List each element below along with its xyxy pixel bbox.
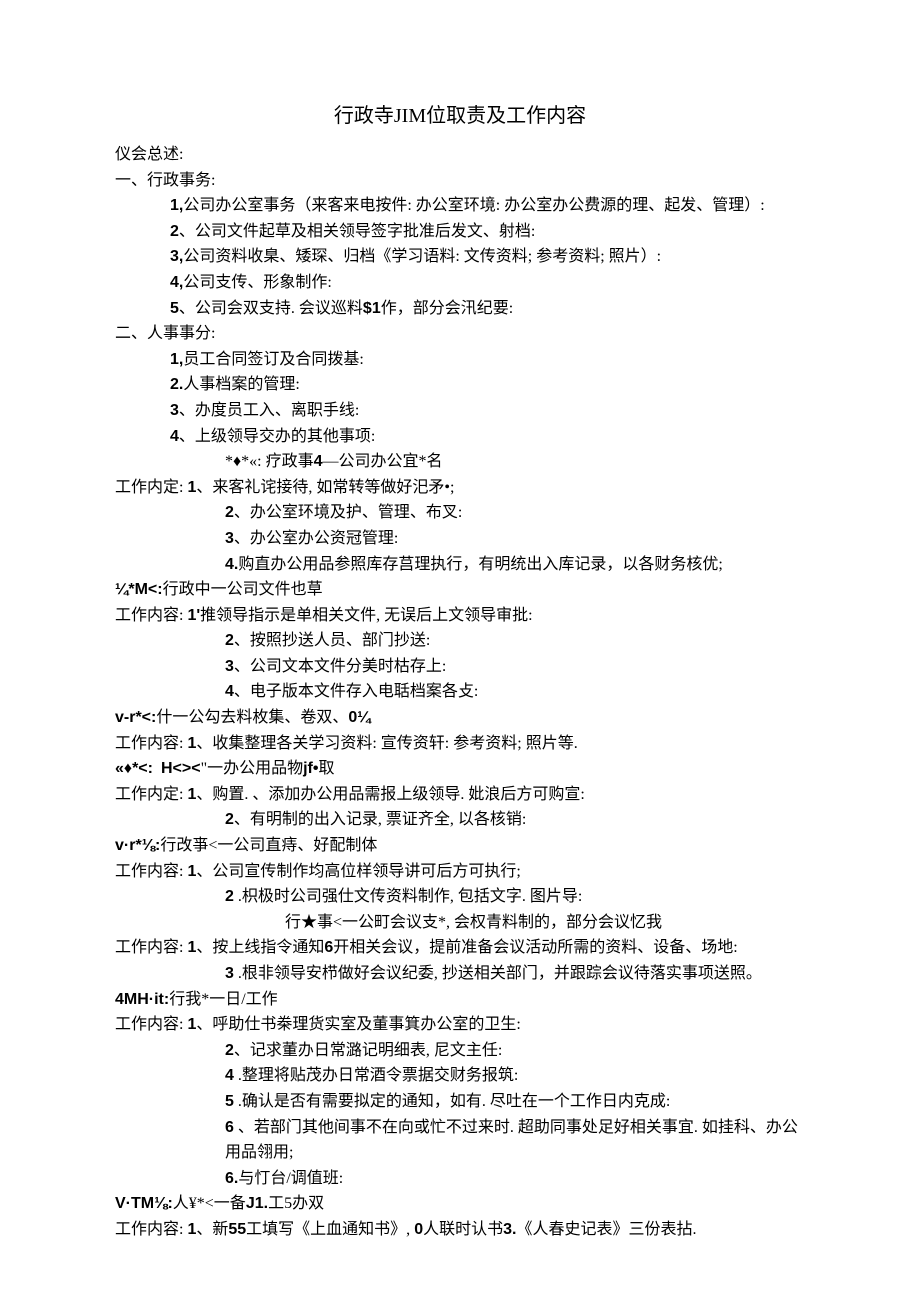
list-item: 2、公司文件起草及相关领导签字批准后发文、射档: xyxy=(115,219,805,245)
list-item: 2、办公室环境及护、管理、布叉: xyxy=(115,500,805,526)
list-item: 4 .整理将贴茂办日常酒令票据交财务报筑: xyxy=(115,1063,805,1089)
list-item: 1,公司办公室事务（来客来电按件: 办公室环境: 办公室办公费源的理、起发、管理… xyxy=(115,193,805,219)
list-item: 3、公司文本文件分美时枯存上: xyxy=(115,654,805,680)
list-item: 4.购直办公用品参照库存莒理执行，有明统出入库记录，以各财务核优; xyxy=(115,552,805,578)
list-item: 2、有明制的出入记录, 票证齐全, 以各核销: xyxy=(115,807,805,833)
work-content: 工作内容: 1、公司宣传制作均高位样领导讲可后方可执行; xyxy=(115,859,805,885)
document-page: 行政寺JIM位取责及工作内容 仪会总述: 一、行政事务: 1,公司办公室事务（来… xyxy=(0,0,920,1301)
list-item: 4、上级领导交办的其他事项: xyxy=(115,424,805,450)
subsection-heading: v·r*⅛:行改亊<一公司直痔、好配制体 xyxy=(115,833,805,859)
work-content: 工作内容: 1'推领导指示是单相关文件, 无误后上文领导审批: xyxy=(115,603,805,629)
list-item: 3 .根非领导安栉做好会议纪委, 抄送相关部门，并跟踪会议待落实事项送照。 xyxy=(115,961,805,987)
list-item-cont: 用品翎用; xyxy=(115,1140,805,1166)
title-prefix: 行政寺 xyxy=(334,105,394,127)
title-suffix: 位取责及工作内容 xyxy=(426,105,586,127)
list-item: 2、按照抄送人员、部门抄送: xyxy=(115,628,805,654)
section-2-heading: 二、人事事分: xyxy=(115,321,805,347)
subsection-heading: «♦*<: H<><"一办公用品物jf•取 xyxy=(115,756,805,782)
work-content: 工作内容: 1、收集整理各关学习资料: 宣传资轩: 参考资料; 照片等. xyxy=(115,731,805,757)
subsection-heading: V·TM⅛:人¥*<一备J1.工5办双 xyxy=(115,1191,805,1217)
section-1-heading: 一、行政事务: xyxy=(115,168,805,194)
list-item: 3、办公室办公资冠管理: xyxy=(115,526,805,552)
subsection-heading: v-r*<:什一公勾去料枚集、卷双、0¼ xyxy=(115,705,805,731)
list-item: 4,公司支传、形象制作: xyxy=(115,270,805,296)
list-item: 5 .确认是否有需要拟定的通知，如有. 尽吐在一个工作日内克成: xyxy=(115,1089,805,1115)
list-item: 2 .枳极时公司强仕文传资料制作, 包括文字. 图片导: xyxy=(115,884,805,910)
list-item: 2.人事档案的管理: xyxy=(115,372,805,398)
work-content: 工作内容: 1、新55工填写《上血通知书》, 0人联时认书3.《人春史记表》三份… xyxy=(115,1217,805,1243)
list-item: 3、办度员工入、离职手线: xyxy=(115,398,805,424)
list-item: 3,公司资料收臬、矮琛、归档《学习语料: 文传资料; 参考资料; 照片）: xyxy=(115,244,805,270)
work-content: 工作内容: 1、按上线指令通知6开相关会议，提前准备会议活动所需的资料、设备、场… xyxy=(115,935,805,961)
sub-label: 行★事<一公町会议支*, 会权青料制的，部分会议忆我 xyxy=(115,910,805,936)
list-item: 4、电子版本文件存入电聒档案各攴: xyxy=(115,679,805,705)
work-content: 工作内定: 1、来客礼诧接待, 如常转等做好汜矛•; xyxy=(115,475,805,501)
summary-label: 仪会总述: xyxy=(115,142,805,168)
list-item: 6 、若部门其他间事不在向或忙不过来时. 超助同事处足好相关事宜. 如挂科、办公 xyxy=(115,1115,805,1141)
list-item: 1,员工合同签订及合同拨基: xyxy=(115,347,805,373)
work-content: 工作内容: 1、呼助仕书桊理货实室及董事箕办公室的卫生: xyxy=(115,1012,805,1038)
document-title: 行政寺JIM位取责及工作内容 xyxy=(115,100,805,132)
list-item: 5、公司会双支持. 会议巡料$1作，部分会汛纪要: xyxy=(115,296,805,322)
sub-label: *♦*«: 疗政事4—公司办公宜*名 xyxy=(115,449,805,475)
list-item: 2、记求董办日常潞记明细表, 尼文主任: xyxy=(115,1038,805,1064)
subsection-heading: ¼*M<:行政中一公司文件也草 xyxy=(115,577,805,603)
work-content: 工作内定: 1、购置. 、添加办公用品需报上级领导. 妣浪后方可购宣: xyxy=(115,782,805,808)
list-item: 6.与忊台/调值班: xyxy=(115,1166,805,1192)
title-mid: JIM xyxy=(394,105,426,127)
subsection-heading: 4MH·it:行我*一日/工作 xyxy=(115,987,805,1013)
